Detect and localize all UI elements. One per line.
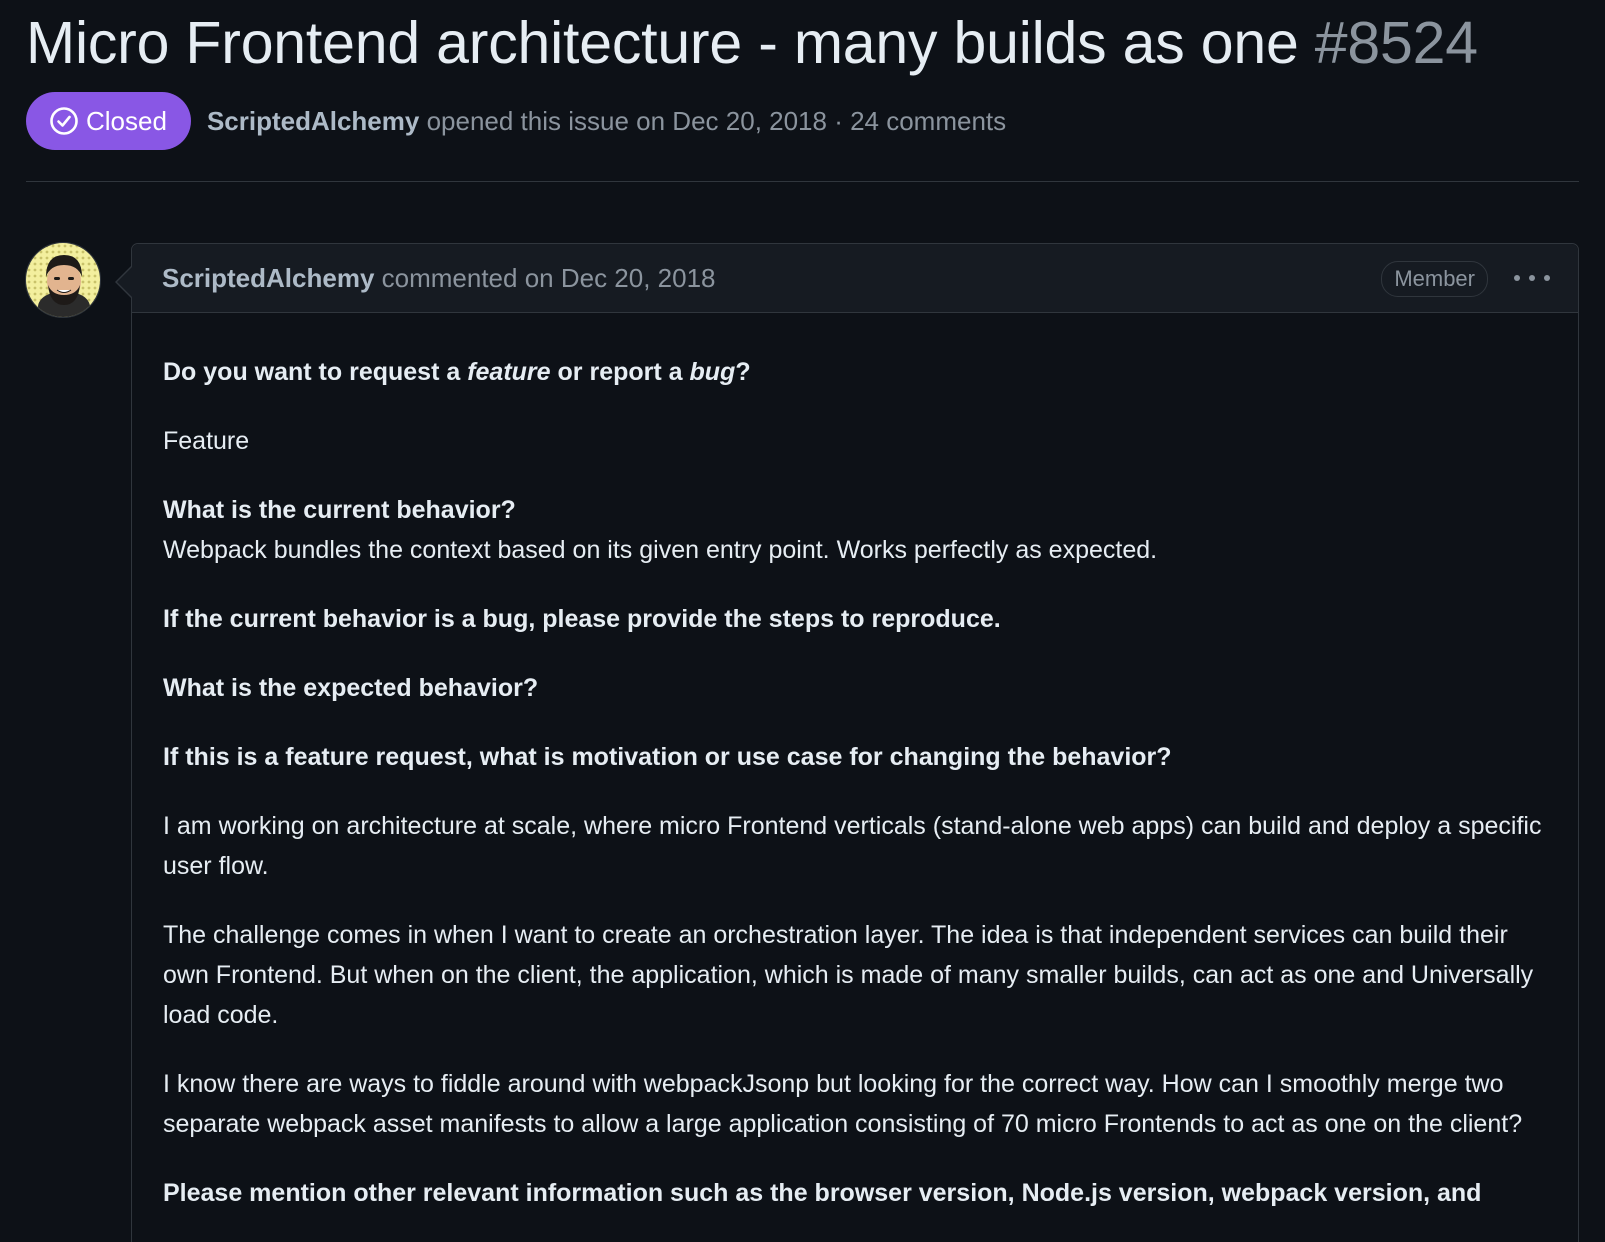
member-role-badge: Member bbox=[1381, 261, 1488, 297]
issue-title: Micro Frontend architecture - many build… bbox=[26, 0, 1579, 78]
issue-state-badge: Closed bbox=[26, 92, 191, 150]
paragraph-orchestration: The challenge comes in when I want to cr… bbox=[163, 921, 1534, 1029]
q1-mid: or report a bbox=[550, 358, 690, 386]
issue-meta-text: ScriptedAlchemy opened this issue on Dec… bbox=[207, 106, 1006, 137]
q3-text: If the current behavior is a bug, please… bbox=[163, 605, 1001, 633]
comment-body: Do you want to request a feature or repo… bbox=[163, 352, 1543, 1242]
issue-meta: Closed ScriptedAlchemy opened this issue… bbox=[26, 92, 1006, 150]
header-divider bbox=[26, 181, 1579, 182]
paragraph-architecture: I am working on architecture at scale, w… bbox=[163, 812, 1542, 880]
q4-text: What is the expected behavior? bbox=[163, 674, 539, 702]
question-motivation: If this is a feature request, what is mo… bbox=[163, 737, 1543, 777]
q1-feature: feature bbox=[467, 358, 551, 386]
answer-current-behavior: Webpack bundles the context based on its… bbox=[163, 536, 1158, 564]
q1-suffix: ? bbox=[735, 358, 751, 386]
q1-prefix: Do you want to request a bbox=[163, 358, 468, 386]
issue-number: #8524 bbox=[1314, 10, 1478, 76]
comment-header-text: ScriptedAlchemy commented on Dec 20, 201… bbox=[162, 263, 716, 294]
issue-opened-text: opened this issue on Dec 20, 2018 · 24 c… bbox=[426, 105, 1007, 136]
comment-card: ScriptedAlchemy commented on Dec 20, 201… bbox=[131, 243, 1579, 1242]
comment-header: ScriptedAlchemy commented on Dec 20, 201… bbox=[132, 244, 1578, 313]
issue-page: Micro Frontend architecture - many build… bbox=[0, 0, 1605, 1242]
comment-arrow-fill bbox=[117, 267, 132, 297]
issue-state-label: Closed bbox=[86, 105, 167, 136]
issue-author-link[interactable]: ScriptedAlchemy bbox=[207, 106, 419, 136]
question-environment-info: Please mention other relevant informatio… bbox=[163, 1173, 1543, 1213]
answer-request-type: Feature bbox=[163, 427, 250, 455]
question-current-behavior: What is the current behavior? bbox=[163, 496, 516, 524]
issue-header: Micro Frontend architecture - many build… bbox=[26, 0, 1579, 150]
check-circle-icon bbox=[48, 105, 80, 137]
kebab-dot bbox=[1529, 275, 1535, 281]
kebab-dot bbox=[1544, 275, 1550, 281]
comment-timestamp[interactable]: commented on Dec 20, 2018 bbox=[382, 263, 716, 293]
q6-text: Please mention other relevant informatio… bbox=[163, 1179, 1482, 1207]
comment-author-link[interactable]: ScriptedAlchemy bbox=[162, 263, 374, 293]
question-request-type: Do you want to request a feature or repo… bbox=[163, 352, 1543, 392]
q5-text: If this is a feature request, what is mo… bbox=[163, 743, 1172, 771]
issue-title-text: Micro Frontend architecture - many build… bbox=[26, 10, 1299, 76]
kebab-horizontal-icon[interactable] bbox=[1514, 266, 1550, 290]
avatar[interactable] bbox=[25, 242, 101, 318]
question-expected-behavior: What is the expected behavior? bbox=[163, 668, 1543, 708]
paragraph-webpack-manifests: I know there are ways to fiddle around w… bbox=[163, 1070, 1523, 1138]
question-reproduce-steps: If the current behavior is a bug, please… bbox=[163, 599, 1543, 639]
kebab-dot bbox=[1514, 275, 1520, 281]
section-current-behavior: What is the current behavior? Webpack bun… bbox=[163, 490, 1543, 570]
q1-bug: bug bbox=[689, 358, 736, 386]
